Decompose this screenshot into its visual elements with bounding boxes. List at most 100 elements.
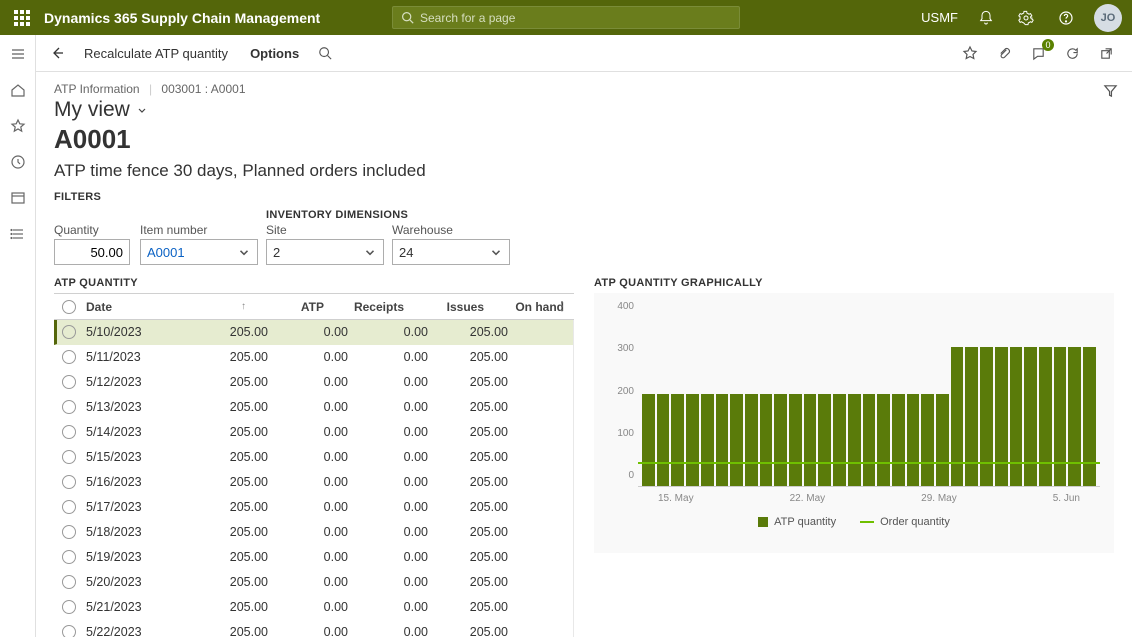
row-radio[interactable]: [62, 375, 76, 389]
chart-bar: [907, 394, 920, 486]
cell-receipts: 0.00: [278, 550, 358, 564]
cell-issues: 0.00: [358, 400, 438, 414]
user-avatar[interactable]: JO: [1094, 4, 1122, 32]
filters-heading: FILTERS: [54, 191, 1114, 203]
cell-atp: 205.00: [198, 325, 278, 339]
table-row[interactable]: 5/20/2023 205.00 0.00 0.00 205.00: [54, 570, 573, 595]
row-radio[interactable]: [62, 600, 76, 614]
row-radio[interactable]: [62, 350, 76, 364]
home-icon[interactable]: [9, 81, 27, 99]
chart-bar: [730, 394, 743, 486]
col-receipts[interactable]: Receipts: [334, 300, 414, 314]
cell-date: 5/20/2023: [84, 575, 174, 589]
attachments-icon[interactable]: [994, 43, 1014, 63]
cell-issues: 0.00: [358, 325, 438, 339]
col-date[interactable]: Date: [84, 300, 174, 314]
select-all-radio[interactable]: [62, 300, 76, 314]
atp-chart: 4003002001000 15. May22. May29. May5. Ju…: [594, 293, 1114, 553]
chart-bar: [657, 394, 670, 486]
notifications-icon[interactable]: [974, 6, 998, 30]
company-picker[interactable]: USMF: [921, 6, 958, 30]
table-row[interactable]: 5/18/2023 205.00 0.00 0.00 205.00: [54, 520, 573, 545]
table-row[interactable]: 5/16/2023 205.00 0.00 0.00 205.00: [54, 470, 573, 495]
warehouse-field[interactable]: 24: [392, 239, 510, 265]
chart-bar: [774, 394, 787, 486]
chart-bar: [671, 394, 684, 486]
chart-bar: [642, 394, 655, 486]
modules-icon[interactable]: [9, 225, 27, 243]
table-row[interactable]: 5/11/2023 205.00 0.00 0.00 205.00: [54, 345, 573, 370]
row-radio[interactable]: [62, 325, 76, 339]
app-launcher-icon[interactable]: [0, 0, 44, 35]
refresh-icon[interactable]: [1062, 43, 1082, 63]
cell-onhand: 205.00: [438, 575, 518, 589]
global-search[interactable]: Search for a page: [392, 6, 740, 29]
row-radio[interactable]: [62, 625, 76, 637]
row-radio[interactable]: [62, 550, 76, 564]
messages-icon[interactable]: 0: [1028, 43, 1048, 63]
cell-receipts: 0.00: [278, 600, 358, 614]
table-row[interactable]: 5/10/2023 205.00 0.00 0.00 205.00: [54, 320, 573, 345]
item-number-label: Item number: [140, 223, 258, 237]
col-atp[interactable]: ATP: [254, 300, 334, 314]
hamburger-icon[interactable]: [9, 45, 27, 63]
site-field[interactable]: 2: [266, 239, 384, 265]
quantity-input[interactable]: [61, 245, 123, 260]
cell-date: 5/11/2023: [84, 350, 174, 364]
settings-icon[interactable]: [1014, 6, 1038, 30]
cell-date: 5/12/2023: [84, 375, 174, 389]
back-button[interactable]: [46, 42, 68, 64]
workspaces-icon[interactable]: [9, 189, 27, 207]
cell-receipts: 0.00: [278, 400, 358, 414]
row-radio[interactable]: [62, 450, 76, 464]
action-search-icon[interactable]: [315, 43, 335, 63]
page-subtitle: ATP time fence 30 days, Planned orders i…: [54, 161, 1114, 181]
table-row[interactable]: 5/13/2023 205.00 0.00 0.00 205.00: [54, 395, 573, 420]
cell-atp: 205.00: [198, 350, 278, 364]
favorites-icon[interactable]: [9, 117, 27, 135]
row-radio[interactable]: [62, 525, 76, 539]
recalculate-atp-button[interactable]: Recalculate ATP quantity: [78, 42, 234, 65]
item-number-field[interactable]: A0001: [140, 239, 258, 265]
table-row[interactable]: 5/15/2023 205.00 0.00 0.00 205.00: [54, 445, 573, 470]
row-radio[interactable]: [62, 425, 76, 439]
item-number-value: A0001: [147, 245, 185, 260]
cell-date: 5/16/2023: [84, 475, 174, 489]
cell-onhand: 205.00: [438, 625, 518, 637]
chart-bar: [1083, 347, 1096, 486]
table-row[interactable]: 5/12/2023 205.00 0.00 0.00 205.00: [54, 370, 573, 395]
options-button[interactable]: Options: [244, 42, 305, 65]
table-row[interactable]: 5/17/2023 205.00 0.00 0.00 205.00: [54, 495, 573, 520]
breadcrumb-record: 003001 : A0001: [161, 82, 245, 96]
row-radio[interactable]: [62, 475, 76, 489]
cell-receipts: 0.00: [278, 575, 358, 589]
table-row[interactable]: 5/19/2023 205.00 0.00 0.00 205.00: [54, 545, 573, 570]
table-row[interactable]: 5/21/2023 205.00 0.00 0.00 205.00: [54, 595, 573, 620]
col-issues[interactable]: Issues: [414, 300, 494, 314]
cell-receipts: 0.00: [278, 625, 358, 637]
cell-issues: 0.00: [358, 350, 438, 364]
cell-atp: 205.00: [198, 525, 278, 539]
cell-date: 5/21/2023: [84, 600, 174, 614]
copilot-icon[interactable]: [960, 43, 980, 63]
help-icon[interactable]: [1054, 6, 1078, 30]
cell-onhand: 205.00: [438, 325, 518, 339]
actionbar: Recalculate ATP quantity Options 0: [36, 35, 1132, 72]
inventory-dimensions-heading: INVENTORY DIMENSIONS: [266, 209, 1114, 221]
cell-issues: 0.00: [358, 600, 438, 614]
row-radio[interactable]: [62, 575, 76, 589]
view-selector[interactable]: My view: [54, 98, 1114, 122]
cell-date: 5/22/2023: [84, 625, 174, 637]
cell-receipts: 0.00: [278, 475, 358, 489]
recent-icon[interactable]: [9, 153, 27, 171]
table-row[interactable]: 5/14/2023 205.00 0.00 0.00 205.00: [54, 420, 573, 445]
filter-icon[interactable]: [1103, 83, 1118, 98]
table-row[interactable]: 5/22/2023 205.00 0.00 0.00 205.00: [54, 620, 573, 637]
popout-icon[interactable]: [1096, 43, 1116, 63]
row-radio[interactable]: [62, 400, 76, 414]
row-radio[interactable]: [62, 500, 76, 514]
more-columns-icon[interactable]: ⋮: [556, 299, 568, 313]
quantity-field[interactable]: [54, 239, 130, 265]
cell-onhand: 205.00: [438, 425, 518, 439]
cell-atp: 205.00: [198, 375, 278, 389]
